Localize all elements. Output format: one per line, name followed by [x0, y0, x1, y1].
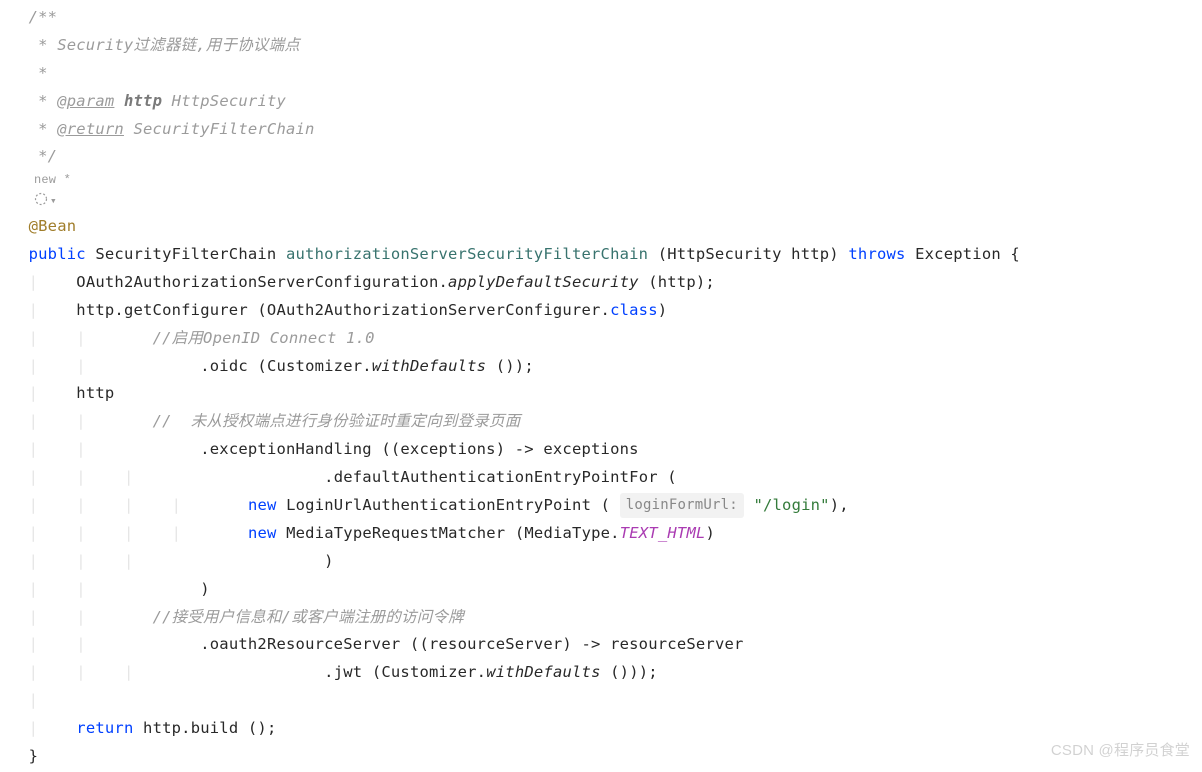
- method-name: authorizationServerSecurityFilterChain: [286, 245, 648, 263]
- static-call: applyDefaultSecurity: [448, 273, 639, 291]
- javadoc-line: *: [29, 64, 48, 82]
- javadoc-line: *: [29, 92, 58, 110]
- comment-token: //接受用户信息和/或客户端注册的访问令牌: [153, 608, 464, 626]
- annotation-bean: @Bean: [29, 217, 77, 235]
- comment-redirect: // 未从授权端点进行身份验证时重定向到登录页面: [153, 412, 521, 430]
- keyword-class: class: [610, 301, 658, 319]
- javadoc-line: * Security过滤器链,用于协议端点: [29, 36, 300, 54]
- code-block: /** * Security过滤器链,用于协议端点 * * @param htt…: [0, 0, 1202, 171]
- javadoc-open: /**: [29, 8, 58, 26]
- javadoc-return-tag: @return: [57, 120, 124, 138]
- keyword-throws: throws: [848, 245, 905, 263]
- keyword-return: return: [76, 719, 133, 737]
- javadoc-line: *: [29, 120, 58, 138]
- javadoc-close: */: [29, 147, 58, 165]
- static-call: withDefaults: [486, 663, 600, 681]
- keyword-public: public: [29, 245, 86, 263]
- comment-oidc: //启用OpenID Connect 1.0: [153, 329, 375, 347]
- gutter-new-marker: new *: [0, 171, 1202, 190]
- keyword-new: new: [248, 496, 277, 514]
- chevron-down-icon: ▾: [50, 196, 57, 208]
- keyword-new: new: [248, 524, 277, 542]
- inlay-hint-loginformurl: loginFormUrl:: [620, 493, 744, 518]
- constant-text-html: TEXT_HTML: [620, 524, 706, 542]
- gutter-bean-icon[interactable]: ▾: [0, 191, 1202, 210]
- static-call: withDefaults: [372, 357, 486, 375]
- string-login: "/login": [744, 496, 830, 514]
- javadoc-param-tag: @param: [57, 92, 114, 110]
- code-body: @Bean public SecurityFilterChain authori…: [0, 209, 1202, 771]
